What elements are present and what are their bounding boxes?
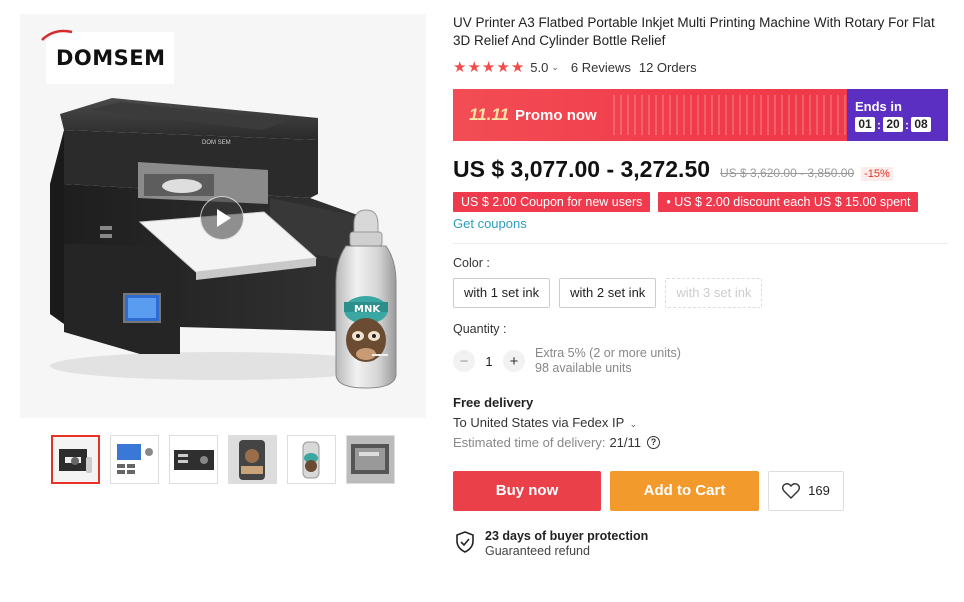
delivery-info: Free delivery To United States via Fedex… bbox=[453, 395, 948, 450]
printer-thumb-image bbox=[53, 437, 98, 482]
brand-logo: DOMSEM bbox=[41, 29, 174, 84]
rating-row: ★ ★ ★ ★ ★ 5.0 ⌄ 6 Reviews 12 Orders bbox=[453, 58, 948, 76]
purchase-actions: Buy now Add to Cart 169 bbox=[453, 471, 948, 511]
quantity-value[interactable]: 1 bbox=[475, 354, 503, 369]
estimated-delivery-date: 21/11 bbox=[609, 435, 642, 450]
shipping-method[interactable]: To United States via Fedex IP ⌄ bbox=[453, 415, 948, 430]
product-title: UV Printer A3 Flatbed Portable Inkjet Mu… bbox=[453, 15, 935, 48]
protection-text: 23 days of buyer protection Guaranteed r… bbox=[485, 529, 648, 558]
chevron-down-icon: ⌄ bbox=[629, 419, 638, 429]
get-coupons-link[interactable]: Get coupons bbox=[453, 216, 948, 234]
printer-brand-label: DOM SEM bbox=[202, 140, 231, 146]
quantity-stepper: − 1 + Extra 5% (2 or more units) 98 avai… bbox=[453, 346, 948, 376]
control-panel-thumb-image bbox=[111, 436, 158, 483]
buy-now-button[interactable]: Buy now bbox=[453, 471, 601, 511]
estimated-delivery: Estimated time of delivery: 21/11 ? bbox=[453, 435, 948, 450]
countdown-minutes: 20 bbox=[883, 117, 903, 132]
discount-badge: -15% bbox=[861, 167, 893, 181]
bulk-discount-note: Extra 5% (2 or more units) bbox=[535, 346, 681, 360]
decrease-quantity-button[interactable]: − bbox=[453, 350, 475, 372]
free-delivery: Free delivery bbox=[453, 395, 534, 410]
heart-icon bbox=[782, 483, 801, 499]
shield-check-icon bbox=[456, 531, 474, 553]
chevron-down-icon[interactable]: ⌄ bbox=[551, 62, 559, 73]
brand-name: DOMSEM bbox=[56, 46, 166, 70]
thumbnail-printer-side[interactable] bbox=[169, 435, 218, 484]
bottle-graphic-label: MNK bbox=[354, 304, 381, 315]
shipping-method-label: To United States via Fedex IP bbox=[453, 415, 625, 430]
countdown: Ends in 01 : 20 : 08 bbox=[847, 89, 948, 141]
rating-stars: ★ ★ ★ ★ ★ bbox=[453, 60, 524, 75]
color-option-2-set-ink[interactable]: with 2 set ink bbox=[559, 278, 657, 308]
promo-text: Promo now bbox=[515, 106, 597, 124]
countdown-separator: : bbox=[905, 117, 909, 132]
countdown-label: Ends in bbox=[855, 99, 902, 114]
print-sample-thumb-image bbox=[347, 436, 394, 483]
play-icon bbox=[217, 209, 231, 227]
countdown-timer: 01 : 20 : 08 bbox=[855, 117, 948, 132]
thumbnail-control-panel[interactable] bbox=[110, 435, 159, 484]
coupon-spend-discount[interactable]: • US $ 2.00 discount each US $ 15.00 spe… bbox=[658, 192, 919, 212]
color-option-3-set-ink: with 3 set ink bbox=[665, 278, 763, 308]
divider bbox=[453, 243, 948, 244]
logo-swoosh-icon bbox=[41, 29, 73, 41]
coupon-list: US $ 2.00 Coupon for new users • US $ 2.… bbox=[453, 192, 948, 212]
product-info: UV Printer A3 Flatbed Portable Inkjet Mu… bbox=[453, 14, 948, 558]
quantity-notes: Extra 5% (2 or more units) 98 available … bbox=[535, 346, 681, 376]
promo-banner: 11.11 Promo now Ends in 01 : 20 : 08 bbox=[453, 89, 948, 141]
quantity-label: Quantity : bbox=[453, 322, 507, 336]
protection-subtitle: Guaranteed refund bbox=[485, 544, 590, 558]
star-icon: ★ bbox=[481, 58, 496, 76]
add-to-cart-button[interactable]: Add to Cart bbox=[610, 471, 759, 511]
reviews-link[interactable]: 6 Reviews bbox=[571, 60, 631, 75]
thumbnail-printer-front[interactable] bbox=[51, 435, 100, 484]
play-video-button[interactable] bbox=[200, 196, 244, 240]
color-options: with 1 set ink with 2 set ink with 3 set… bbox=[453, 278, 948, 308]
increase-quantity-button[interactable]: + bbox=[503, 350, 525, 372]
help-icon[interactable]: ? bbox=[647, 436, 661, 449]
thumbnail-print-sample[interactable] bbox=[346, 435, 395, 484]
wishlist-count: 169 bbox=[808, 483, 830, 498]
printer-side-thumb-image bbox=[170, 436, 217, 483]
printed-bottle-thumb-image bbox=[288, 436, 335, 483]
orders-count: 12 Orders bbox=[638, 59, 697, 75]
star-icon: ★ bbox=[453, 58, 467, 76]
promo-left: 11.11 Promo now bbox=[453, 89, 847, 141]
printed-case-thumb-image bbox=[229, 436, 276, 483]
current-price: US $ 3,077.00 - 3,272.50 bbox=[453, 156, 711, 182]
protection-title: 23 days of buyer protection bbox=[485, 529, 649, 543]
thumbnail-printed-bottle[interactable] bbox=[287, 435, 336, 484]
color-label: Color : bbox=[453, 256, 490, 270]
countdown-seconds: 08 bbox=[911, 117, 931, 132]
promo-tag: 11.11 bbox=[469, 105, 510, 124]
buyer-protection: 23 days of buyer protection Guaranteed r… bbox=[453, 529, 948, 558]
thumbnail-printed-case[interactable] bbox=[228, 435, 277, 484]
thumbnail-strip bbox=[51, 435, 395, 484]
price-row: US $ 3,077.00 - 3,272.50 US $ 3,620.00 -… bbox=[453, 156, 948, 182]
star-icon: ★ bbox=[496, 58, 510, 76]
star-icon: ★ bbox=[467, 58, 481, 76]
main-product-image[interactable]: DOM SEM MNK DOMSEM bbox=[20, 14, 426, 418]
available-units: 98 available units bbox=[535, 361, 632, 375]
color-option-1-set-ink[interactable]: with 1 set ink bbox=[453, 278, 551, 308]
coupon-new-users[interactable]: US $ 2.00 Coupon for new users bbox=[453, 192, 651, 212]
original-price: US $ 3,620.00 - 3,850.00 bbox=[720, 166, 855, 180]
promo-stripes bbox=[613, 95, 847, 135]
star-icon: ★ bbox=[510, 58, 525, 76]
rating-value[interactable]: 5.0 bbox=[530, 60, 548, 75]
countdown-separator: : bbox=[877, 117, 881, 132]
wishlist-button[interactable]: 169 bbox=[768, 471, 844, 511]
estimated-delivery-label: Estimated time of delivery: bbox=[453, 435, 606, 450]
countdown-hours: 01 bbox=[855, 117, 875, 132]
